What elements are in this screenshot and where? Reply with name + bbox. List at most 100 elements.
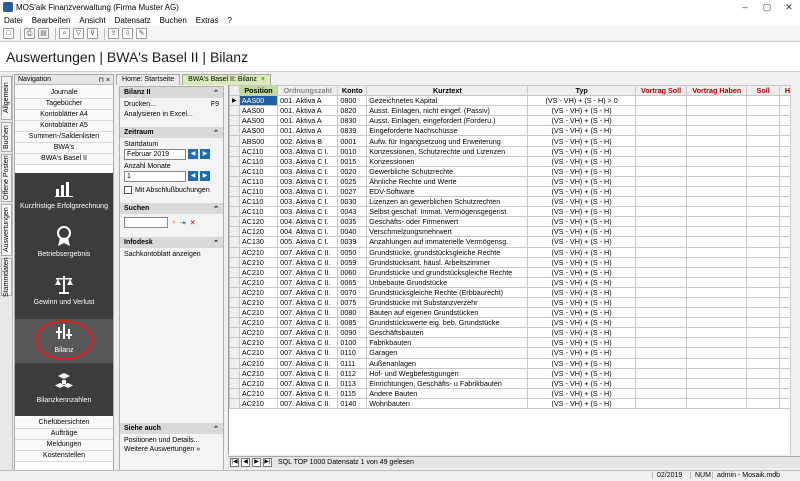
cell-typ[interactable]: (VS - VH) + (S - H) (527, 105, 636, 117)
cell-typ[interactable]: (VS - VH) + (S - H) (527, 377, 636, 389)
cell-amount[interactable] (634, 317, 688, 329)
row-indicator[interactable] (229, 307, 240, 319)
cell-amount[interactable] (686, 307, 748, 319)
cell-typ[interactable]: (VS - VH) + (S - H) (527, 357, 636, 369)
cell-ordnungszahl[interactable]: 007. Aktiva C II. (277, 377, 339, 389)
cell-kurztext[interactable]: Konzessionen (366, 155, 529, 167)
cell-amount[interactable] (686, 266, 748, 278)
cell-konto[interactable]: 0839 (337, 125, 368, 137)
cell-amount[interactable] (746, 286, 780, 298)
cell-typ[interactable]: (VS - VH) + (S - H) (527, 246, 636, 258)
cell-typ[interactable]: (VS - VH) + (S - H) (527, 266, 636, 278)
cell-amount[interactable] (634, 226, 688, 238)
cell-konto[interactable]: 0080 (337, 307, 368, 319)
cell-amount[interactable] (746, 196, 780, 208)
cell-amount[interactable] (746, 307, 780, 319)
cell-ordnungszahl[interactable]: 002. Aktiva B (277, 135, 339, 147)
cell-amount[interactable] (634, 397, 688, 410)
tab-close-icon[interactable]: × (261, 76, 265, 83)
cell-amount[interactable] (634, 286, 688, 298)
cell-amount[interactable] (686, 155, 748, 167)
search-input[interactable] (124, 217, 168, 228)
cell-position[interactable]: AC210 (238, 246, 279, 258)
cell-ordnungszahl[interactable]: 007. Aktiva C II. (277, 387, 339, 399)
export-icon[interactable]: ⇪ (108, 28, 119, 39)
first-record-button[interactable]: |◀ (230, 458, 239, 467)
cell-amount[interactable] (634, 196, 688, 208)
cell-position[interactable]: AC210 (238, 337, 279, 349)
nav-item-kontoblaetter-a5[interactable]: Kontoblätter A5 (15, 121, 113, 132)
row-indicator[interactable] (229, 185, 240, 198)
cell-amount[interactable] (746, 226, 780, 238)
collapse-icon[interactable]: ⌃ (213, 129, 219, 137)
cell-position[interactable]: AAS00 (238, 105, 279, 117)
cell-amount[interactable] (686, 327, 748, 339)
cell-konto[interactable]: 0112 (337, 367, 368, 379)
row-indicator[interactable] (229, 266, 240, 278)
new-icon[interactable]: □ (3, 28, 14, 39)
cell-amount[interactable] (746, 397, 780, 410)
cell-position[interactable]: AC110 (238, 175, 279, 187)
table-row[interactable]: AC210 007. Aktiva C II. 0111 Außenanlagen (V… (229, 357, 800, 369)
cell-position[interactable]: AC210 (238, 357, 279, 369)
cell-amount[interactable] (746, 327, 780, 339)
nav-kurzfristige-erfolgsrechnung[interactable]: Kurzfristige Erfolgsrechnung (15, 175, 113, 219)
row-indicator[interactable] (229, 105, 240, 117)
cell-amount[interactable] (634, 246, 688, 258)
cell-typ[interactable]: (VS - VH) + (S - H) (527, 387, 636, 399)
cell-typ[interactable]: (VS - VH) + (S - H) (527, 317, 636, 329)
cell-amount[interactable] (634, 387, 688, 399)
cell-amount[interactable] (686, 236, 748, 248)
cell-ordnungszahl[interactable]: 007. Aktiva C II. (277, 286, 339, 298)
cell-typ[interactable]: (VS - VH) + (S - H) (527, 135, 636, 147)
cell-typ[interactable]: (VS - VH) + (S - H) (527, 175, 636, 187)
cell-ordnungszahl[interactable]: 004. Aktiva C I. (277, 226, 339, 238)
row-indicator[interactable] (229, 155, 240, 167)
cell-amount[interactable] (634, 307, 688, 319)
cell-amount[interactable] (686, 377, 748, 389)
cell-konto[interactable]: 0111 (337, 357, 368, 369)
cell-ordnungszahl[interactable]: 005. Aktiva C I. (277, 236, 339, 248)
cell-amount[interactable] (634, 206, 688, 218)
cell-amount[interactable] (686, 256, 748, 268)
cell-kurztext[interactable]: Unbebaute Grundstücke (366, 276, 529, 288)
print-icon[interactable]: ⎙ (24, 28, 35, 39)
cell-kurztext[interactable]: Lizenzen an gewerblichen Schutzrechten (366, 196, 529, 208)
vtab-auswertungen[interactable]: Auswertungen (1, 204, 12, 256)
table-row[interactable]: AC120 004. Aktiva C I. 0035 Geschäfts- oder… (229, 216, 800, 228)
column-header-ordnungszahl[interactable]: Ordnungszahl (277, 85, 339, 97)
cell-position[interactable]: AC210 (238, 317, 279, 329)
cell-konto[interactable]: 0075 (337, 296, 368, 309)
table-row[interactable]: AC210 007. Aktiva C II. 0070 Grundstücksgle… (229, 286, 800, 298)
cell-kurztext[interactable]: Ähnliche Rechte und Werte (366, 175, 529, 187)
cell-position[interactable]: AC210 (238, 266, 279, 278)
cell-amount[interactable] (686, 347, 748, 359)
row-indicator[interactable] (229, 397, 240, 410)
menu-help[interactable]: ? (227, 16, 231, 25)
cell-konto[interactable]: 0027 (337, 185, 368, 198)
row-indicator[interactable] (229, 135, 240, 147)
row-indicator[interactable] (229, 327, 240, 339)
cell-position[interactable]: AAS00 (238, 115, 279, 127)
section-header-siehe-auch[interactable]: Siehe auch ⌃ (120, 423, 223, 434)
cell-typ[interactable]: (VS - VH) + (S - H) (527, 236, 636, 248)
cell-konto[interactable]: 0010 (337, 145, 368, 157)
startdatum-field[interactable]: Februar 2019 (124, 149, 186, 160)
nav-item-bwas-basel-ii[interactable]: BWA's Basel II (15, 154, 113, 165)
cell-position[interactable]: AC130 (238, 236, 279, 248)
table-row[interactable]: AC210 007. Aktiva C II. 0113 Einrichtungen,… (229, 377, 800, 389)
table-row[interactable]: AC210 007. Aktiva C II. 0090 Geschäftsbaute… (229, 327, 800, 339)
table-row[interactable]: AC210 007. Aktiva C II. 0065 Unbebaute Grun… (229, 276, 800, 288)
cell-ordnungszahl[interactable]: 007. Aktiva C II. (277, 307, 339, 319)
cell-typ[interactable]: (VS - VH) + (S - H) (527, 286, 636, 298)
cell-konto[interactable]: 0085 (337, 317, 368, 329)
cell-amount[interactable] (746, 246, 780, 258)
table-row[interactable]: AC110 003. Aktiva C I. 0020 Gewerbliche Sch… (229, 165, 800, 177)
increase-months-button[interactable]: ▶ (200, 171, 210, 181)
table-row[interactable]: AC120 004. Aktiva C I. 0040 Verschmelzungsm… (229, 226, 800, 238)
search-next-icon[interactable]: ⇥ (180, 219, 186, 227)
cell-typ[interactable]: (VS - VH) + (S - H) (527, 125, 636, 137)
cell-konto[interactable]: 0043 (337, 206, 368, 218)
table-row[interactable]: AC210 007. Aktiva C II. 0100 Fabrikbauten (V… (229, 337, 800, 349)
cell-kurztext[interactable]: Grundstücke und grundstücksgleiche Recht… (366, 266, 529, 278)
